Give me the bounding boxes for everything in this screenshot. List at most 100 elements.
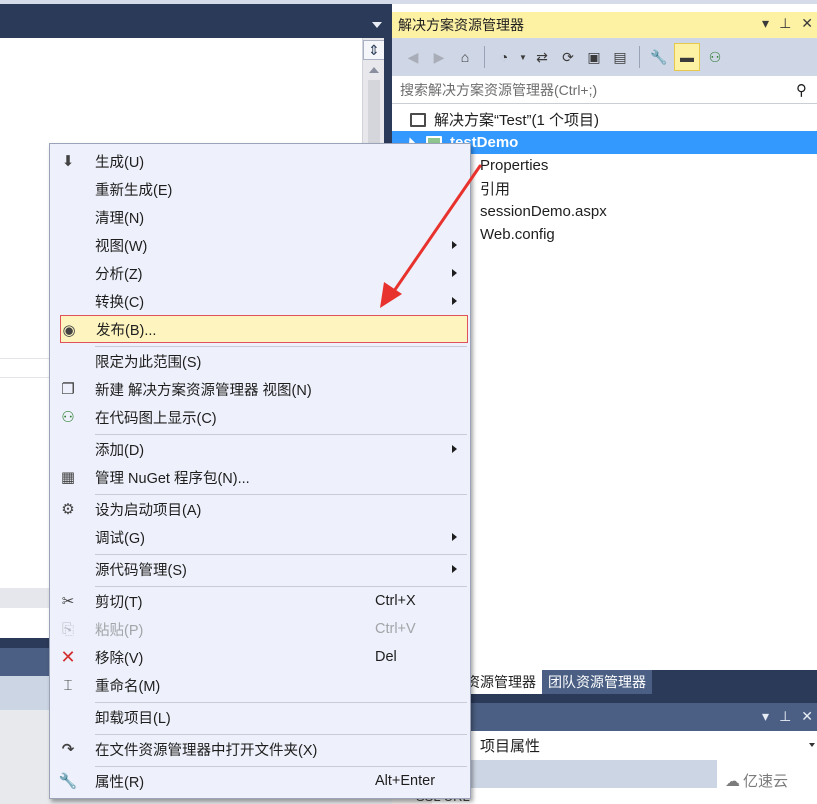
tree-item-solution[interactable]: 解决方案“Test”(1 个项目) [392,108,817,131]
menu-item-view[interactable]: 视图(W) [50,231,470,259]
remove-icon: ✕ [60,646,76,667]
scroll-up-arrow[interactable] [369,67,379,73]
menu-item-label: 视图(W) [95,238,148,255]
menu-item-label: 剪切(T) [95,594,143,611]
menu-item-show-on-code-map[interactable]: ⚇ 在代码图上显示(C) [50,403,470,431]
menu-item-label: 转换(C) [95,294,145,311]
menu-item-label: 发布(B)... [96,322,157,339]
menu-item-publish[interactable]: ◉ 发布(B)... [60,315,468,343]
paste-icon: ⎘ [61,620,74,638]
menu-item-label: 粘贴(P) [95,622,144,639]
menu-item-build[interactable]: ⬇ 生成(U) [50,147,470,175]
menu-item-clean[interactable]: 清理(N) [50,203,470,231]
menu-item-label: 源代码管理(S) [95,562,187,579]
split-window-button[interactable]: ⇕ [363,40,385,60]
toolbar-separator [639,46,640,68]
menu-item-unload-project[interactable]: 卸载项目(L) [50,703,470,731]
chevron-down-icon [809,743,815,747]
show-all-files-icon: ▤ [613,48,627,65]
collapse-all-button[interactable]: ▣ [583,46,605,68]
filter-dropdown-icon[interactable]: ▼ [519,53,527,62]
menu-item-label: 设为启动项目(A) [95,502,202,519]
pin-icon[interactable]: ⊥ [779,15,791,32]
code-map-button[interactable]: ⚇ [704,46,726,68]
menu-item-new-solution-explorer-view[interactable]: ❐ 新建 解决方案资源管理器 视图(N) [50,375,470,403]
build-icon: ⬇ [61,153,75,170]
menu-item-scope-to-this[interactable]: 限定为此范围(S) [50,347,470,375]
tree-item-label: 引用 [480,181,511,198]
menu-item-label: 调试(G) [95,530,145,547]
close-icon[interactable]: ✕ [801,15,813,32]
menu-item-rebuild[interactable]: 重新生成(E) [50,175,470,203]
menu-item-label: 属性(R) [95,774,145,791]
home-button[interactable]: ⌂ [454,46,476,68]
menu-item-add[interactable]: 添加(D) [50,435,470,463]
publish-icon: ◉ [62,322,76,339]
menu-item-label: 限定为此范围(S) [95,354,202,371]
clock-filter-icon: ◔ [499,49,509,65]
menu-item-set-startup-project[interactable]: ⚙ 设为启动项目(A) [50,495,470,523]
new-view-icon: ❐ [61,381,75,398]
scissors-icon: ✂ [61,593,75,610]
wrench-icon: 🔧 [650,48,668,65]
menu-item-label: 清理(N) [95,210,145,227]
tree-item-label: 解决方案“Test”(1 个项目) [434,112,600,129]
menu-item-source-control[interactable]: 源代码管理(S) [50,555,470,583]
menu-item-paste: ⎘ 粘贴(P) Ctrl+V [50,615,470,643]
back-button[interactable]: ◀ [402,46,424,68]
solution-explorer-search-input[interactable]: 搜索解决方案资源管理器(Ctrl+;) ⚲ [392,76,817,104]
sync-icon: ⇄ [536,48,548,65]
menu-item-analyze[interactable]: 分析(Z) [50,259,470,287]
menu-item-cut[interactable]: ✂ 剪切(T) Ctrl+X [50,587,470,615]
tab-label: 团队资源管理器 [548,674,646,690]
window-position-dropdown-icon[interactable]: ▾ [762,15,769,32]
properties-button[interactable]: 🔧 [648,46,670,68]
back-icon: ◀ [407,48,419,65]
menu-item-shortcut: Ctrl+X [375,593,416,609]
close-icon[interactable]: ✕ [801,708,813,725]
solution-explorer-title-bar: 解决方案资源管理器 ▾ ⊥ ✕ [392,12,817,38]
show-all-files-button[interactable]: ▤ [609,46,631,68]
menu-item-label: 生成(U) [95,154,145,171]
tab-list-dropdown-icon[interactable] [372,22,382,28]
menu-item-label: 在文件资源管理器中打开文件夹(X) [95,742,318,759]
menu-item-label: 管理 NuGet 程序包(N)... [95,470,250,487]
menu-item-rename[interactable]: ⌶ 重命名(M) [50,671,470,699]
window-position-dropdown-icon[interactable]: ▾ [762,708,769,725]
preview-selected-items-button[interactable]: ▬ [674,43,700,71]
search-placeholder: 搜索解决方案资源管理器(Ctrl+;) [400,81,598,98]
menu-item-manage-nuget[interactable]: ▦ 管理 NuGet 程序包(N)... [50,463,470,491]
menu-item-open-folder-in-explorer[interactable]: ↷ 在文件资源管理器中打开文件夹(X) [50,735,470,763]
menu-item-convert[interactable]: 转换(C) [50,287,470,315]
pending-changes-filter-button[interactable]: ◔ [493,46,515,68]
tree-item-label: Web.config [480,226,555,243]
menu-item-remove[interactable]: ✕ 移除(V) Del [50,643,470,671]
watermark-text: 亿速云 [743,773,789,790]
submenu-arrow-icon [452,269,457,277]
wrench-icon: 🔧 [58,773,78,790]
code-map-icon: ⚇ [708,48,722,65]
pin-icon[interactable]: ⊥ [779,708,791,725]
menu-item-shortcut: Ctrl+V [375,621,416,637]
properties-object-label: 项目属性 [480,737,541,755]
menu-item-debug[interactable]: 调试(G) [50,523,470,551]
forward-icon: ▶ [433,48,445,65]
menu-item-properties[interactable]: 🔧 属性(R) Alt+Enter [50,767,470,795]
submenu-arrow-icon [452,565,457,573]
solution-explorer-title: 解决方案资源管理器 [398,17,524,33]
menu-item-label: 添加(D) [95,442,145,459]
cloud-logo-icon: ☁ [725,772,740,790]
menu-item-label: 重新生成(E) [95,182,173,199]
tree-item-label: Properties [480,157,549,174]
menu-item-label: 卸载项目(L) [95,710,171,727]
search-icon[interactable]: ⚲ [796,81,807,99]
home-icon: ⌂ [460,49,470,65]
submenu-arrow-icon [452,297,457,305]
refresh-button[interactable]: ⟳ [557,46,579,68]
submenu-arrow-icon [452,533,457,541]
sync-with-active-document-button[interactable]: ⇄ [531,46,553,68]
preview-icon: ▬ [680,49,694,65]
project-context-menu: ⬇ 生成(U) 重新生成(E) 清理(N) 视图(W) 分析(Z) 转换(C) … [49,143,471,799]
tab-team-explorer[interactable]: 团队资源管理器 [542,670,652,694]
forward-button[interactable]: ▶ [428,46,450,68]
